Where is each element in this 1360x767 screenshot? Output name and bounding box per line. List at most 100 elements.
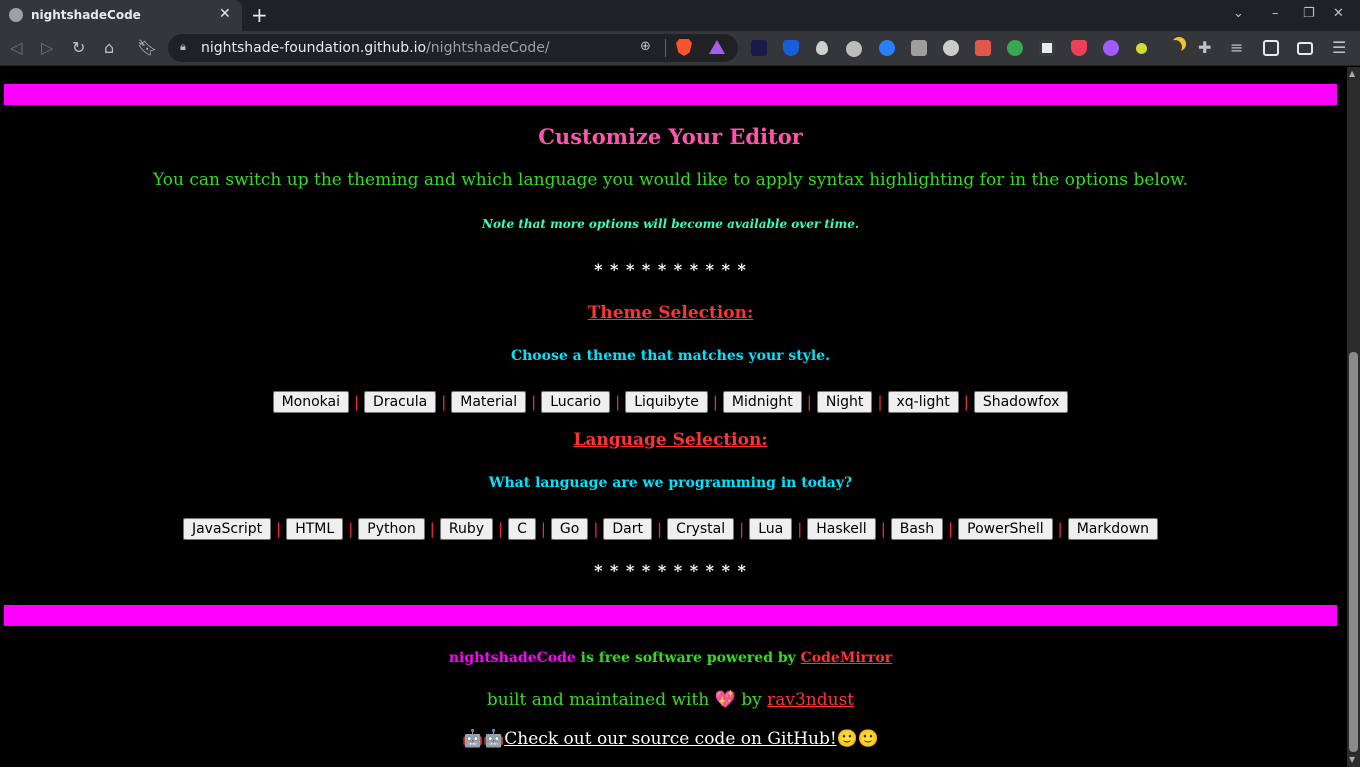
separator: |	[276, 520, 282, 538]
address-bar[interactable]: 🔒︎ nightshade-foundation.github.io/night…	[168, 34, 738, 62]
snowflake-extension-icon[interactable]	[1103, 40, 1119, 56]
theme-button-liquibyte[interactable]: Liquibyte	[625, 391, 708, 413]
omnibox-divider	[665, 39, 666, 57]
eye-extension-icon[interactable]	[846, 41, 862, 57]
separator: |	[429, 520, 435, 538]
theme-button-xq-light[interactable]: xq-light	[887, 391, 959, 413]
browser-toolbar: ◁ ▷ ↻ ⌂ 🔖︎ 🔒︎ nightshade-foundation.gith…	[0, 31, 1360, 92]
theme-button-shadowfox[interactable]: Shadowfox	[973, 391, 1069, 413]
language-button-go[interactable]: Go	[550, 518, 589, 540]
bitwarden-icon[interactable]	[783, 40, 799, 56]
puzzle-extensions-icon[interactable]: ✚	[1198, 38, 1211, 57]
language-button-markdown[interactable]: Markdown	[1067, 518, 1159, 540]
browser-tab[interactable]: nightshadeCode ✕	[0, 0, 242, 31]
separator: |	[441, 393, 447, 411]
language-button-row: JavaScript | HTML | Python | Ruby | C | …	[0, 518, 1341, 540]
intro-text: You can switch up the theming and which …	[153, 170, 1188, 190]
theme-button-night[interactable]: Night	[816, 391, 873, 413]
language-subtitle: What language are we programming in toda…	[488, 475, 853, 491]
codemirror-link[interactable]: CodeMirror	[801, 650, 892, 666]
separator: |	[348, 520, 354, 538]
separator: |	[880, 520, 886, 538]
language-button-javascript[interactable]: JavaScript	[182, 518, 272, 540]
language-button-c[interactable]: C	[508, 518, 536, 540]
privacy-extension-icon[interactable]	[879, 40, 895, 56]
theme-button-row: Monokai | Dracula | Material | Lucario |…	[0, 391, 1341, 413]
robot-icon: 🤖🤖	[461, 729, 505, 749]
author-link[interactable]: rav3ndust	[767, 690, 854, 710]
scroll-down-arrow[interactable]: ▼	[1349, 755, 1355, 764]
theme-subtitle: Choose a theme that matches your style.	[510, 348, 830, 364]
wallet-icon[interactable]	[1297, 42, 1313, 55]
language-heading: Language Selection:	[573, 430, 768, 450]
scroll-up-arrow[interactable]: ▲	[1349, 69, 1355, 78]
separator: |	[498, 520, 504, 538]
brand-name: nightshadeCode	[448, 650, 576, 666]
cube-extension-icon[interactable]	[911, 40, 927, 56]
top-divider-bar	[4, 84, 1337, 105]
star-extension-icon[interactable]	[751, 40, 767, 56]
refresh-extension-icon[interactable]	[1007, 40, 1023, 56]
github-line: 🤖🤖Check out our source code on GitHub!🙂🙂	[0, 729, 1341, 749]
language-button-lua[interactable]: Lua	[749, 518, 793, 540]
separator: |	[531, 393, 537, 411]
close-window-icon[interactable]: ✕	[1333, 6, 1344, 21]
theme-button-monokai[interactable]: Monokai	[272, 391, 349, 413]
powered-text: is free software powered by	[575, 650, 801, 666]
drop-extension-icon[interactable]	[816, 41, 828, 55]
tab-search-icon[interactable]: ⌄	[1233, 6, 1244, 21]
forward-icon[interactable]: ▷	[41, 38, 53, 57]
language-button-crystal[interactable]: Crystal	[667, 518, 735, 540]
restore-icon[interactable]: ❐	[1303, 6, 1315, 21]
separator: |	[353, 393, 360, 411]
heart-icon: 💖	[714, 690, 736, 710]
theme-button-midnight[interactable]: Midnight	[722, 391, 802, 413]
language-button-ruby[interactable]: Ruby	[439, 518, 493, 540]
browser-tab-bar: nightshadeCode ✕ + ⌄ – ❐ ✕	[0, 0, 1360, 31]
c-extension-icon[interactable]	[1039, 40, 1055, 56]
sidebar-icon[interactable]	[1263, 40, 1279, 56]
zoom-icon[interactable]: ⊕	[640, 39, 651, 54]
moon-extension-icon[interactable]	[1168, 40, 1182, 54]
lock-icon[interactable]: 🔒︎	[180, 40, 186, 54]
language-button-python[interactable]: Python	[358, 518, 425, 540]
language-button-bash[interactable]: Bash	[890, 518, 944, 540]
close-tab-icon[interactable]: ✕	[219, 6, 231, 22]
reload-icon[interactable]: ↻	[72, 38, 85, 57]
github-link[interactable]: Check out our source code on GitHub!	[504, 729, 836, 749]
language-button-powershell[interactable]: PowerShell	[958, 518, 1053, 540]
scrollbar-thumb[interactable]	[1349, 352, 1358, 752]
separator: |	[948, 520, 954, 538]
theme-button-dracula[interactable]: Dracula	[364, 391, 437, 413]
cloud-extension-icon[interactable]	[943, 40, 959, 56]
separator: |	[615, 393, 621, 411]
by-text: by	[735, 690, 768, 710]
flag-extension-icon[interactable]	[975, 40, 991, 56]
language-button-dart[interactable]: Dart	[603, 518, 652, 540]
language-button-html[interactable]: HTML	[286, 518, 344, 540]
home-icon[interactable]: ⌂	[104, 38, 114, 57]
brave-rewards-icon[interactable]	[709, 40, 725, 54]
bug-extension-icon[interactable]	[1136, 43, 1147, 54]
separator: |	[1057, 520, 1063, 538]
minimize-icon[interactable]: –	[1272, 6, 1279, 21]
url-text[interactable]: nightshade-foundation.github.io/nightsha…	[201, 40, 550, 56]
new-tab-button[interactable]: +	[251, 3, 268, 27]
brave-shields-icon[interactable]	[676, 39, 692, 56]
theme-heading: Theme Selection:	[587, 303, 754, 323]
separator: |	[963, 393, 969, 411]
separator: |	[657, 520, 663, 538]
back-icon[interactable]: ◁	[10, 38, 22, 57]
pocket-icon[interactable]	[1071, 40, 1087, 56]
separator: |	[593, 520, 599, 538]
language-button-haskell[interactable]: Haskell	[807, 518, 876, 540]
bookmark-icon[interactable]: 🔖︎	[137, 38, 157, 57]
smile-icon: 🙂🙂	[836, 729, 880, 749]
customize-heading: Customize Your Editor	[538, 124, 803, 149]
built-by-line: built and maintained with 💖 by rav3ndust	[0, 690, 1341, 710]
theme-button-material[interactable]: Material	[451, 391, 527, 413]
tab-title: nightshadeCode	[31, 8, 141, 22]
theme-button-lucario[interactable]: Lucario	[541, 391, 611, 413]
menu-icon[interactable]: ☰	[1332, 38, 1346, 57]
playlist-icon[interactable]: ≡	[1230, 38, 1243, 57]
